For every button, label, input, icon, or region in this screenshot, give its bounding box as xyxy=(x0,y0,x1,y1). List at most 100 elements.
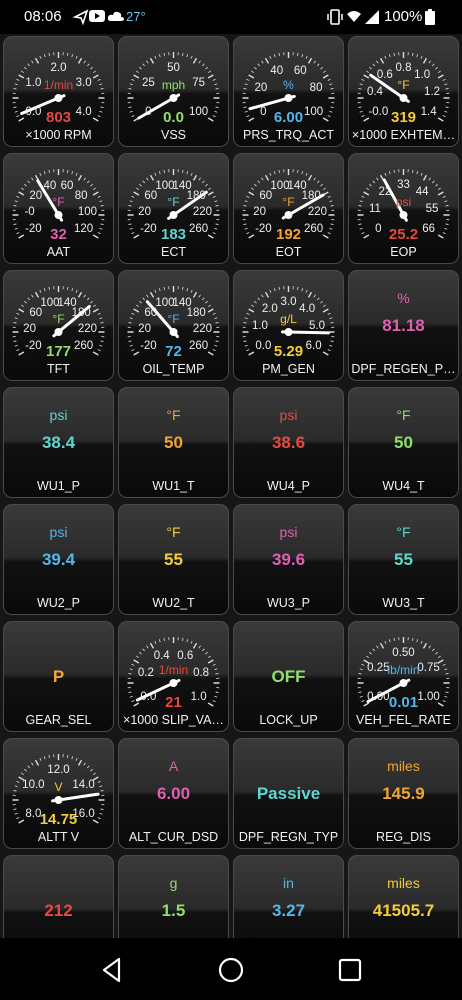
gauge-tick-mark xyxy=(71,756,74,760)
home-icon[interactable] xyxy=(216,955,246,985)
value-tile[interactable]: miles 145.9 REG_DIS xyxy=(348,738,459,849)
gauge-tile[interactable]: 0 11 22 33 44 55 66 psi 25.2 EOP xyxy=(348,153,459,264)
gauge-value: 14.75 xyxy=(39,811,78,828)
gauge-tile[interactable]: 0.0 1.0 2.0 3.0 4.0 1/min 803 ×1000 RPM xyxy=(3,36,114,147)
value-tile[interactable]: psi 38.4 WU1_P xyxy=(3,387,114,498)
value-tile[interactable]: °F 55 WU3_T xyxy=(348,504,459,615)
gauge-label: ×1000 SLIP_VA… xyxy=(123,713,224,727)
gauge-tick-mark xyxy=(358,223,362,225)
gauge-tick-mark xyxy=(273,54,276,58)
gauge-tick-mark xyxy=(48,754,50,759)
tile-unit: psi xyxy=(49,524,68,540)
tile-unit: °F xyxy=(396,524,411,540)
gauge-tick-mark xyxy=(273,171,276,175)
gauge-tick-mark xyxy=(372,648,376,652)
gauge-label: ALTT V xyxy=(37,830,80,844)
gauge-tile[interactable]: -20 -0 20 40 60 80 100 120 °F 32 AAT xyxy=(3,153,114,264)
gauge-hub xyxy=(284,328,293,336)
gauge-tick-mark xyxy=(67,169,69,174)
gauge-tile[interactable]: 0.00 0.25 0.50 0.75 1.00 lb/min 0.01 VEH_FEL_RA… xyxy=(348,621,459,732)
gauge-tick-mark xyxy=(393,169,395,174)
tile-label: WU2_T xyxy=(152,596,195,610)
gauge-tile[interactable]: 8.0 10.0 12.0 14.0 16.0 V 14.75 ALTT V xyxy=(3,738,114,849)
gauge-tick-mark xyxy=(297,169,299,174)
gauge-tick-mark xyxy=(163,286,165,291)
gauge-tick-mark xyxy=(388,639,391,643)
gauge-tick-mark xyxy=(215,340,219,342)
gauge-tick-mark xyxy=(158,288,161,292)
gauge-tick-mark xyxy=(416,54,419,58)
gauge-tick-mark xyxy=(422,174,428,181)
gauge-tick-mark xyxy=(39,172,42,176)
gauge-tick-mark xyxy=(128,106,132,108)
recents-icon[interactable] xyxy=(335,955,365,985)
gauge-value: 6.00 xyxy=(273,109,304,126)
gauge-tick-mark xyxy=(215,691,219,693)
gauge-tick-mark xyxy=(67,754,69,759)
gauge-tick-mark xyxy=(48,286,50,291)
gauge-unit: 1/min xyxy=(43,78,74,92)
gauge-tick-mark xyxy=(358,691,362,693)
gauge-tick-mark xyxy=(154,55,157,59)
value-tile[interactable]: psi 38.6 WU4_P xyxy=(233,387,344,498)
gauge-tick-mark xyxy=(86,180,90,184)
gauge-tick-mark xyxy=(431,63,435,67)
gauge-unit: V xyxy=(54,780,63,794)
gauge-tick-mark xyxy=(100,106,104,108)
gauge-tick-mark xyxy=(39,757,42,761)
gauge-tick-mark xyxy=(154,172,157,176)
gauge-tick-mark xyxy=(83,294,86,298)
gauge-tick-mark xyxy=(257,180,261,184)
gauge-tick-mark xyxy=(182,637,184,642)
gauge-tick-mark xyxy=(149,642,155,649)
gauge-tick-mark xyxy=(158,639,161,643)
gauge-tick-mark xyxy=(358,106,362,108)
gauge-tile[interactable]: -20 20 60 100 140 180 220 260 °F 177 TFT xyxy=(3,270,114,381)
gauge-tick-mark xyxy=(388,54,391,58)
tile-unit: psi xyxy=(279,407,298,423)
value-tile[interactable]: psi 39.6 WU3_P xyxy=(233,504,344,615)
gauge-tick-mark xyxy=(416,639,419,643)
value-tile[interactable]: psi 39.4 WU2_P xyxy=(3,504,114,615)
tile-unit: in xyxy=(283,875,294,891)
gauge-tick-mark xyxy=(77,759,83,766)
gauge-tile[interactable]: -20 20 60 100 140 180 220 260 °F 183 ECT xyxy=(118,153,229,264)
gauge-tile[interactable]: 0.0 0.2 0.4 0.6 0.8 1.0 1/min 21 ×1000 SLIP_VA… xyxy=(118,621,229,732)
gauge-tick-mark xyxy=(384,640,387,644)
tile-unit: psi xyxy=(279,524,298,540)
gauge-tick-mark xyxy=(438,70,441,74)
gauge-tick-mark xyxy=(39,55,42,59)
gauge-tile[interactable]: -0.0 0.4 0.6 0.8 1.0 1.2 1.4 °F 319 ×1000 EXHTEM… xyxy=(348,36,459,147)
gauge-hub xyxy=(399,211,408,219)
value-tile[interactable]: °F 50 WU4_T xyxy=(348,387,459,498)
value-tile[interactable]: P GEAR_SEL xyxy=(3,621,114,732)
gauge-tile[interactable]: -20 20 60 100 140 180 220 260 °F 192 EOT xyxy=(233,153,344,264)
gauge-tick-mark xyxy=(190,640,193,644)
tile-value: P xyxy=(52,667,65,686)
gauge-tile[interactable]: -20 20 60 100 140 180 220 260 °F 72 OIL_TEMP xyxy=(118,270,229,381)
value-tile[interactable]: % 81.18 DPF_REGEN_P… xyxy=(348,270,459,381)
gauge-tile[interactable]: 0 25 50 75 100 mph 0.0 VSS xyxy=(118,36,229,147)
gauge-tick-mark xyxy=(83,60,86,64)
gauge-tick-mark xyxy=(24,768,27,772)
tile-value: 55 xyxy=(394,550,413,569)
gauge-value: 177 xyxy=(45,343,72,360)
gauge-tick-mark xyxy=(420,172,423,176)
gauge-tick-mark xyxy=(428,177,431,181)
value-tile[interactable]: OFF LOCK_UP xyxy=(233,621,344,732)
gauge-tick-mark xyxy=(366,187,369,191)
gauge-tile[interactable]: 0.0 1.0 2.0 3.0 4.0 5.0 6.0 g/L 5.29 PM_GEN xyxy=(233,270,344,381)
gauge-tick-mark xyxy=(182,286,184,291)
gauge-tick-mark xyxy=(27,180,31,184)
tile-label: ALT_CUR_DSD xyxy=(128,830,219,844)
gauge-hub xyxy=(284,94,293,102)
tile-unit: miles xyxy=(387,758,420,774)
gauge-tile[interactable]: 0 20 40 60 80 100% 6.00 PRS_TRQ_ACT xyxy=(233,36,344,147)
tile-value: 55 xyxy=(164,550,183,569)
value-tile[interactable]: A 6.00 ALT_CUR_DSD xyxy=(118,738,229,849)
value-tile[interactable]: Passive DPF_REGN_TYP xyxy=(233,738,344,849)
value-tile[interactable]: °F 55 WU2_T xyxy=(118,504,229,615)
gauge-tick-mark xyxy=(201,297,205,301)
back-icon[interactable] xyxy=(98,955,128,985)
value-tile[interactable]: °F 50 WU1_T xyxy=(118,387,229,498)
